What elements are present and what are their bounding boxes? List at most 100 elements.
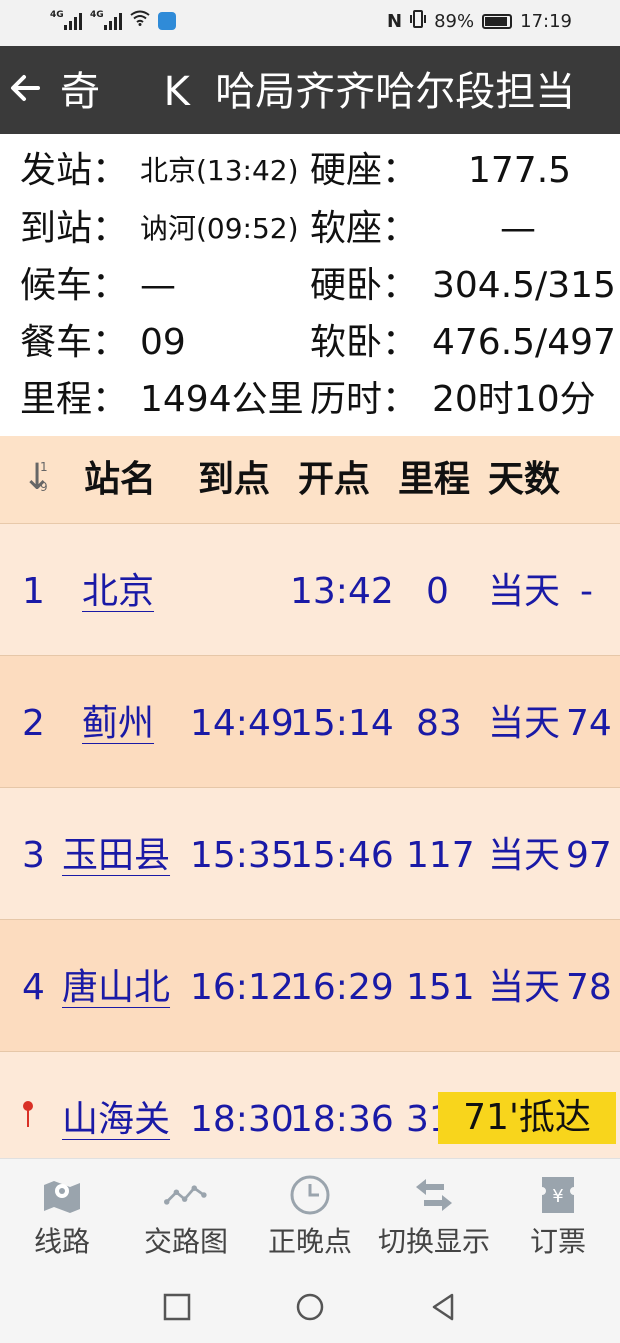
soft-sleeper-value: 476.5/497 xyxy=(432,322,616,363)
soft-seat-label: 软座： xyxy=(310,208,419,249)
day-cell: 当天 xyxy=(488,835,561,876)
late-status-badge: 71'抵达 xyxy=(438,1092,616,1144)
extra-cell: 74 xyxy=(566,703,612,744)
ticket-icon: ¥ xyxy=(542,1177,574,1213)
duration-value: 20时10分 xyxy=(432,379,596,420)
vibrate-icon xyxy=(410,10,427,33)
mileage-cell: 83 xyxy=(416,703,462,744)
network-type-label: 4G xyxy=(50,9,64,20)
signal-icon: 4G xyxy=(50,9,82,30)
hard-sleeper-value: 304.5/315 xyxy=(432,265,616,306)
header-station: 站名 xyxy=(84,459,157,500)
nav-route-chart[interactable]: 交路图 xyxy=(124,1173,248,1259)
clock-time: 17:19 xyxy=(520,11,572,32)
mileage-value: 1494公里 xyxy=(140,379,304,420)
title-bar: 奇 K 哈局齐齐哈尔段担当 xyxy=(0,46,620,134)
dining-label: 餐车： xyxy=(20,322,129,363)
table-row[interactable]: 山海关 18:30 18:36 31 71'抵达 xyxy=(0,1052,620,1158)
header-mileage: 里程 xyxy=(398,459,471,500)
battery-icon xyxy=(482,14,513,29)
info-row-3: 候车： — 硬卧： 304.5/315 xyxy=(0,261,620,318)
route-chart-icon xyxy=(164,1185,207,1205)
clock-icon xyxy=(290,1175,330,1215)
header-depart: 开点 xyxy=(298,459,371,500)
status-right: N 89% 17:19 xyxy=(387,10,572,33)
status-left: 4G 4G xyxy=(50,10,176,31)
row-index: 1 xyxy=(22,571,45,612)
station-link[interactable]: 北京 xyxy=(82,568,154,616)
day-cell: 当天 xyxy=(488,571,561,612)
back-icon[interactable] xyxy=(428,1292,458,1322)
page-title: 奇 K 哈局齐齐哈尔段担当 xyxy=(60,69,576,115)
mileage-label: 里程： xyxy=(20,379,129,420)
battery-percent: 89% xyxy=(434,11,475,32)
wifi-icon xyxy=(130,10,150,31)
mileage-cell: 117 xyxy=(406,835,475,876)
waiting-label: 候车： xyxy=(20,265,129,306)
info-row-1: 发站： 北京(13:42) 硬座： 177.5 xyxy=(0,146,620,203)
station-link[interactable]: 山海关 xyxy=(62,1096,170,1144)
network-type-label-2: 4G xyxy=(90,9,104,20)
hard-seat-value: 177.5 xyxy=(468,150,572,191)
nav-punctuality[interactable]: 正晚点 xyxy=(248,1173,372,1259)
nav-route-chart-label: 交路图 xyxy=(143,1225,228,1258)
row-index: 2 xyxy=(22,703,45,744)
map-icon xyxy=(44,1181,80,1213)
extra-cell: - xyxy=(580,571,593,612)
info-row-4: 餐车： 09 软卧： 476.5/497 xyxy=(0,318,620,375)
duration-label: 历时： xyxy=(310,379,419,420)
arrive-label: 到站： xyxy=(20,208,129,249)
waiting-value: — xyxy=(140,265,176,306)
arrive-time: 15:35 xyxy=(190,835,294,876)
depart-time: 16:29 xyxy=(290,967,394,1008)
recent-apps-icon[interactable] xyxy=(162,1292,192,1322)
back-arrow-icon[interactable] xyxy=(8,64,42,123)
table-row[interactable]: 3 玉田县 15:35 15:46 117 当天 97 xyxy=(0,788,620,920)
soft-seat-value: — xyxy=(500,208,536,249)
nav-switch-display[interactable]: 切换显示 xyxy=(372,1173,496,1259)
arrive-time: 18:30 xyxy=(190,1099,294,1140)
row-index: 3 xyxy=(22,835,45,876)
nav-route-label: 线路 xyxy=(33,1225,90,1258)
day-cell: 当天 xyxy=(488,967,561,1008)
info-row-5: 里程： 1494公里 历时： 20时10分 xyxy=(0,375,620,432)
nav-ticket-label: 订票 xyxy=(529,1225,586,1258)
system-nav-bar xyxy=(0,1268,620,1343)
station-link[interactable]: 唐山北 xyxy=(62,964,170,1012)
table-row[interactable]: 1 北京 13:42 0 当天 - xyxy=(0,524,620,656)
depart-time: 15:46 xyxy=(290,835,394,876)
extra-cell: 97 xyxy=(566,835,612,876)
table-row[interactable]: 4 唐山北 16:12 16:29 151 当天 78 xyxy=(0,920,620,1052)
app-notification-icon xyxy=(158,11,176,30)
nav-punctuality-label: 正晚点 xyxy=(267,1225,352,1258)
header-arrive: 到点 xyxy=(198,459,271,500)
station-link[interactable]: 玉田县 xyxy=(62,832,170,880)
stops-table-header: ↓ 1 9 站名 到点 开点 里程 天数 xyxy=(0,436,620,524)
hard-seat-label: 硬座： xyxy=(310,150,419,191)
mileage-cell: 151 xyxy=(406,967,475,1008)
extra-cell: 78 xyxy=(566,967,612,1008)
home-icon[interactable] xyxy=(295,1292,325,1322)
table-row[interactable]: 2 蓟州 14:49 15:14 83 当天 74 xyxy=(0,656,620,788)
sort-icon[interactable]: ↓ 1 9 xyxy=(22,458,56,502)
signal-icon-2: 4G xyxy=(90,9,122,30)
location-pin-icon xyxy=(23,1101,33,1127)
nav-switch-display-label: 切换显示 xyxy=(377,1225,490,1258)
day-cell: 当天 xyxy=(488,703,561,744)
nfc-icon: N xyxy=(387,11,403,32)
arrive-time: 14:49 xyxy=(190,703,294,744)
depart-value: 北京(13:42) xyxy=(140,154,299,187)
status-bar: 4G 4G N 89% 17:19 xyxy=(0,0,620,46)
svg-text:¥: ¥ xyxy=(552,1186,563,1207)
mileage-cell: 0 xyxy=(426,571,449,612)
info-row-2: 到站： 讷河(09:52) 软座： — xyxy=(0,204,620,261)
header-days: 天数 xyxy=(488,459,561,500)
station-link[interactable]: 蓟州 xyxy=(82,700,154,748)
nav-ticket[interactable]: ¥ 订票 xyxy=(496,1173,620,1259)
swap-icon xyxy=(416,1179,452,1211)
nav-route[interactable]: 线路 xyxy=(0,1173,124,1259)
depart-time: 15:14 xyxy=(290,703,394,744)
arrive-time: 16:12 xyxy=(190,967,294,1008)
dining-value: 09 xyxy=(140,322,186,363)
depart-time: 13:42 xyxy=(290,571,394,612)
